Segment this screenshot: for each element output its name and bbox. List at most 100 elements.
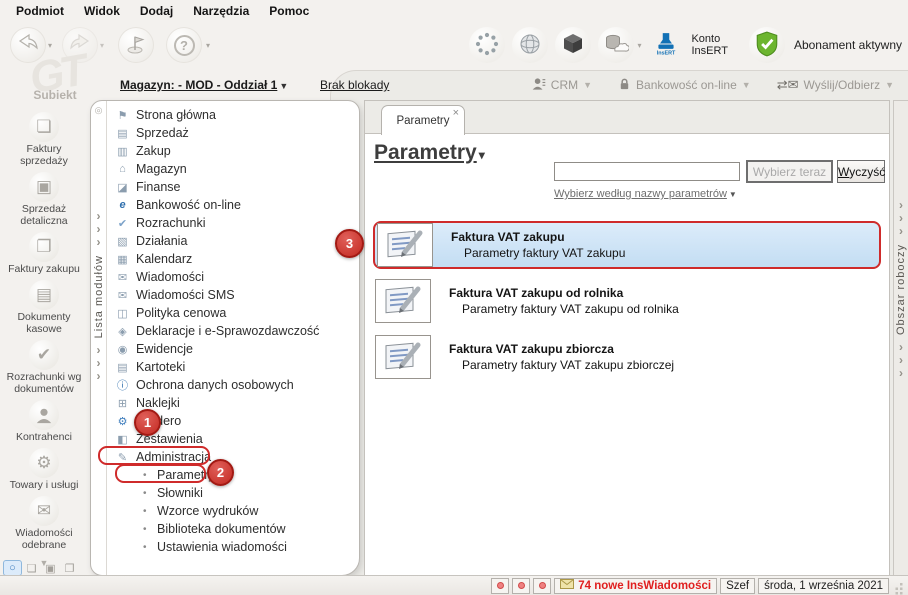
tree-item-ustawienia-wiadomosci[interactable]: • Ustawienia wiadomości [107, 538, 359, 556]
help-dropdown-icon[interactable]: ▾ [206, 41, 210, 50]
tree-item-zakup[interactable]: ▥ Zakup [107, 142, 359, 160]
strip-chevron[interactable]: › [899, 224, 903, 238]
sidebar-item-sprzedaz-detaliczna[interactable]: ▣ Sprzedaż detaliczna [2, 172, 86, 227]
strip-chevron[interactable]: › [899, 366, 903, 380]
current-user[interactable]: Szef [720, 577, 756, 594]
menu-narzedzia[interactable]: Narzędzia [183, 2, 259, 20]
forward-dropdown-icon[interactable]: ▾ [100, 41, 104, 50]
strip-chevron[interactable]: › [97, 209, 101, 223]
mini-icon-3[interactable]: ▣ [41, 560, 60, 576]
online-services-button[interactable] [512, 27, 549, 63]
document-pencil-icon [375, 335, 431, 379]
banking-menu[interactable]: Bankowość on-line ▼ [618, 77, 751, 94]
tree-item-slowniki[interactable]: • Słowniki [107, 484, 359, 502]
abonament-button[interactable] [748, 27, 785, 63]
mini-icon-2[interactable]: ❏ [22, 560, 41, 576]
tree-item-polityka-cenowa[interactable]: ◫ Polityka cenowa [107, 304, 359, 322]
red-dot-icon [496, 582, 504, 589]
tree-item-sprzedaz[interactable]: ▤ Sprzedaż [107, 124, 359, 142]
tree-item-dzialania[interactable]: ▧ Działania [107, 232, 359, 250]
list-item-faktura-vat-zakupu[interactable]: Faktura VAT zakupu Parametry faktury VAT… [373, 221, 881, 269]
tree-item-magazyn[interactable]: ⌂ Magazyn [107, 160, 359, 178]
tree-item-biblioteka-dokumentow[interactable]: • Biblioteka dokumentów [107, 520, 359, 538]
shield-check-icon [755, 31, 779, 60]
resize-grip[interactable] [892, 581, 904, 595]
cloud-data-button[interactable] [598, 27, 635, 63]
menu-dodaj[interactable]: Dodaj [130, 2, 183, 20]
menu-pomoc[interactable]: Pomoc [259, 2, 319, 20]
strip-chevron[interactable]: › [97, 222, 101, 236]
sms-icon: ✉ [117, 289, 128, 302]
magazyn-selector[interactable]: Magazyn: - MOD - Oddział 1 ▼ [120, 78, 288, 92]
crm-dropdown-icon: ▼ [583, 80, 593, 90]
send-receive-menu[interactable]: ⇄✉ Wyślij/Odbierz ▼ [777, 77, 894, 93]
select-now-button[interactable]: Wybierz teraz [746, 160, 833, 183]
envelope-icon [560, 579, 575, 592]
strip-top-icon: ◎ [94, 105, 103, 115]
list-item-faktura-vat-zakupu-zbiorcza[interactable]: Faktura VAT zakupu zbiorcza Parametry fa… [373, 333, 881, 381]
tree-item-finanse[interactable]: ◪ Finanse [107, 178, 359, 196]
konto-insert-button[interactable]: InsERT [648, 27, 684, 63]
tree-item-ewidencje[interactable]: ◉ Ewidencje [107, 340, 359, 358]
page-title[interactable]: Parametry ▾ [374, 141, 485, 165]
annotation-step-2-badge: 2 [207, 459, 234, 486]
tab-parametry[interactable]: Parametry × [381, 105, 465, 135]
tree-item-kalendarz[interactable]: ▦ Kalendarz [107, 250, 359, 268]
sidebar-item-faktury-sprzedazy[interactable]: ❏ Faktury sprzedaży [2, 112, 86, 167]
flag-button[interactable] [118, 27, 154, 63]
help-button[interactable]: ? [166, 27, 202, 63]
crm-menu[interactable]: CRM ▼ [532, 77, 592, 94]
list-item-faktura-vat-zakupu-od-rolnika[interactable]: Faktura VAT zakupu od rolnika Parametry … [373, 277, 881, 325]
strip-chevron[interactable]: › [899, 340, 903, 354]
back-dropdown-icon[interactable]: ▾ [48, 41, 52, 50]
sidebar-item-faktury-zakupu[interactable]: ❐ Faktury zakupu [8, 232, 80, 275]
globe-icon [518, 32, 542, 59]
status-indicator-2[interactable] [512, 577, 531, 594]
dotted-circle-icon [475, 32, 499, 59]
item-title: Faktura VAT zakupu zbiorcza [449, 342, 614, 356]
tree-item-deklaracje[interactable]: ◈ Deklaracje i e-Sprawozdawczość [107, 322, 359, 340]
parameter-search-input[interactable] [554, 162, 740, 181]
cloud-dropdown-icon[interactable]: ▾ [637, 41, 641, 50]
sidebar-item-rozrachunki[interactable]: ✔ Rozrachunki wg dokumentów [2, 340, 86, 395]
workspace-right-strip[interactable]: › › › Obszar roboczy › › › [893, 100, 908, 576]
sidebar-item-kontrahenci[interactable]: Kontrahenci [16, 400, 72, 443]
sidebar-item-towary-uslugi[interactable]: ⚙ Towary i usługi [10, 448, 78, 491]
insert-stamp-icon: InsERT [653, 31, 679, 60]
inswiadomosci-status[interactable]: 74 nowe InsWiadomości [554, 577, 718, 594]
strip-chevron[interactable]: › [899, 198, 903, 212]
tree-item-wzorce-wydrukow[interactable]: • Wzorce wydruków [107, 502, 359, 520]
current-date[interactable]: środa, 1 września 2021 [758, 577, 889, 594]
document-pencil-icon [377, 223, 433, 267]
tree-item-ochrona-danych[interactable]: ⓘ Ochrona danych osobowych [107, 376, 359, 394]
goods-services-icon: ⚙ [29, 448, 59, 478]
clear-button[interactable]: Wyczyść [837, 160, 885, 183]
tree-item-strona-glowna[interactable]: ⚑ Strona główna [107, 106, 359, 124]
strip-chevron[interactable]: › [97, 370, 101, 383]
tree-item-wiadomosci-sms[interactable]: ✉ Wiadomości SMS [107, 286, 359, 304]
strip-chevron[interactable]: › [97, 235, 101, 249]
lock-status-link[interactable]: Brak blokady [320, 78, 389, 92]
tree-item-wiadomosci[interactable]: ✉ Wiadomości [107, 268, 359, 286]
tree-item-bankowosc[interactable]: e Bankowość on-line [107, 196, 359, 214]
status-indicator-1[interactable] [491, 577, 510, 594]
mini-icon-4[interactable]: ❐ [60, 560, 79, 576]
cube-button[interactable] [555, 27, 592, 63]
menu-widok[interactable]: Widok [74, 2, 130, 20]
konto-insert-label: Konto InsERT [691, 33, 728, 57]
sync-button[interactable] [469, 27, 506, 63]
tree-item-administracja[interactable]: ✎ Administracja [107, 448, 359, 466]
cube-icon [561, 32, 585, 59]
sidebar-item-dokumenty-kasowe[interactable]: ▤ Dokumenty kasowe [2, 280, 86, 335]
inbox-messages-icon: ✉ [29, 496, 59, 526]
filter-by-name-link[interactable]: Wybierz według nazwy parametrów ▼ [554, 188, 737, 200]
strip-chevron[interactable]: › [899, 353, 903, 367]
status-indicator-3[interactable] [533, 577, 552, 594]
tree-item-kartoteki[interactable]: ▤ Kartoteki [107, 358, 359, 376]
mini-icon-1[interactable]: ○ [3, 560, 22, 576]
sidebar-item-wiadomosci-odebrane[interactable]: ✉ Wiadomości odebrane [2, 496, 86, 551]
strip-chevron[interactable]: › [899, 211, 903, 225]
menu-podmiot[interactable]: Podmiot [6, 2, 74, 20]
tree-item-rozrachunki[interactable]: ✔ Rozrachunki [107, 214, 359, 232]
tab-close-icon[interactable]: × [453, 107, 459, 119]
